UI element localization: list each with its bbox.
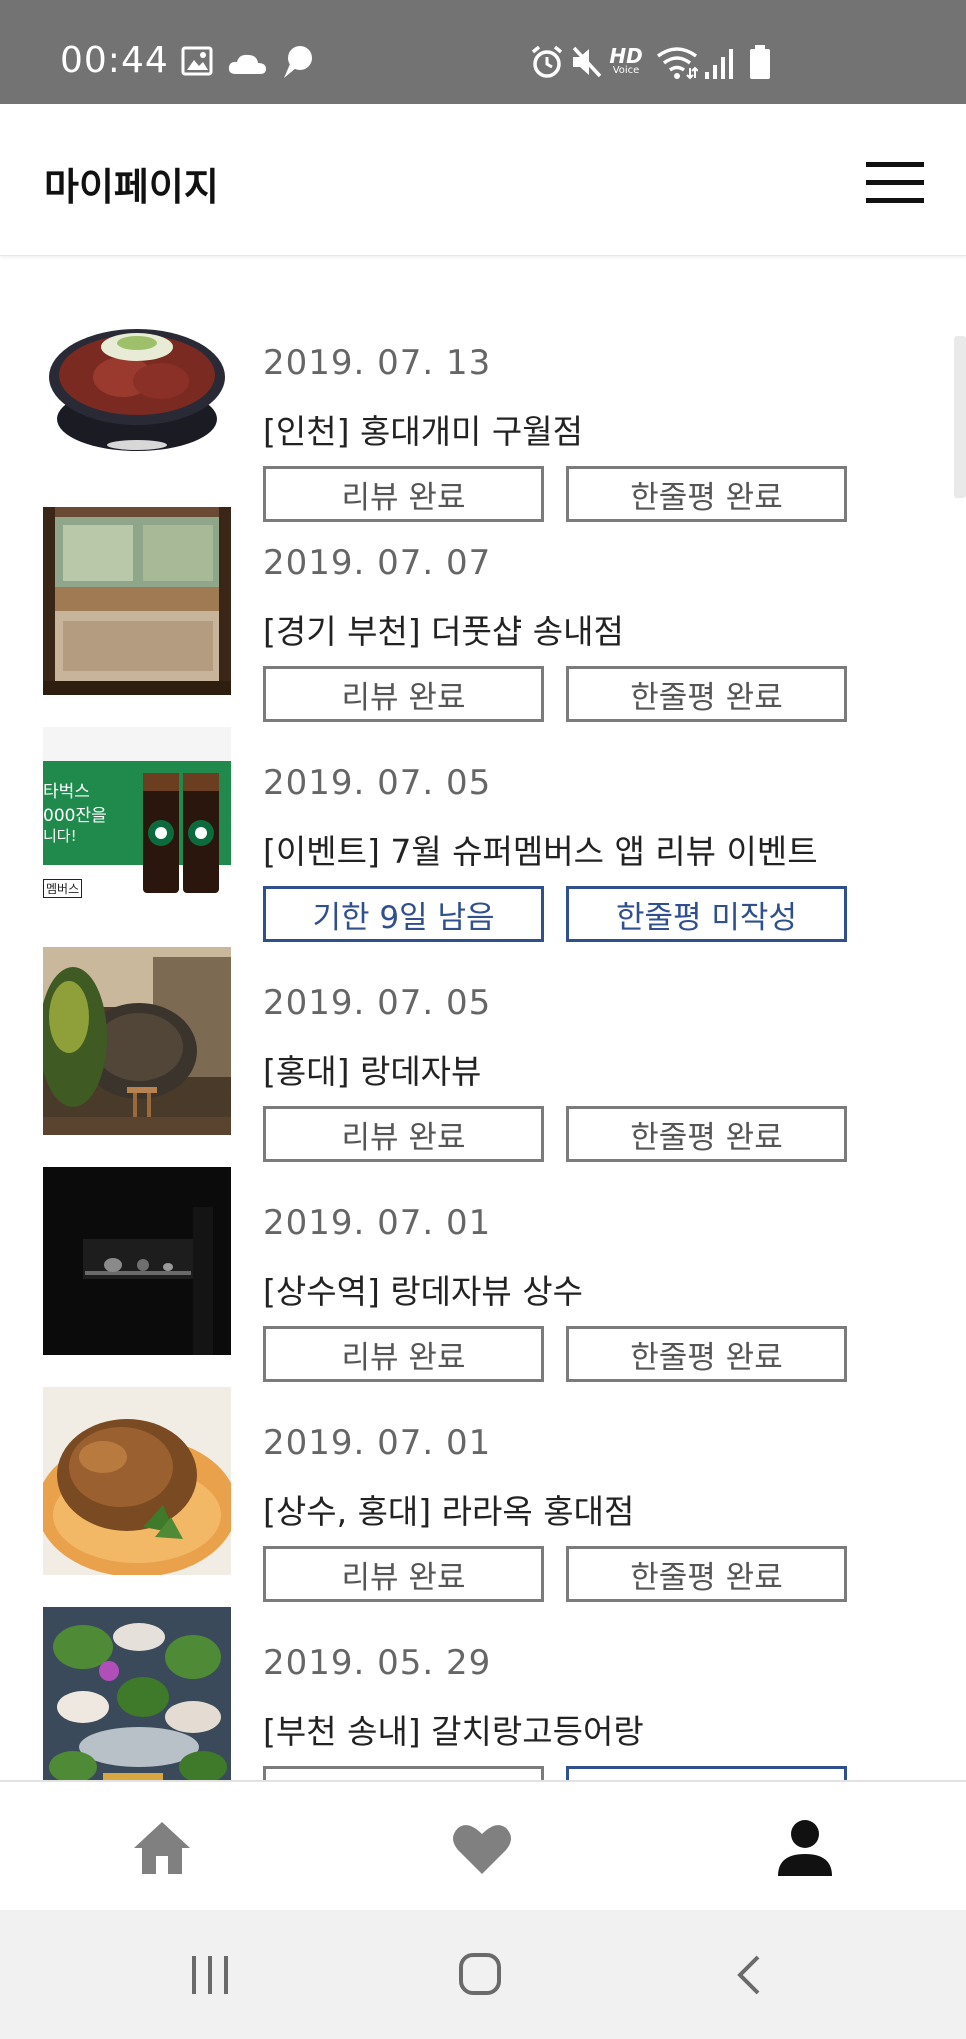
- banner-text: 000잔을: [43, 806, 107, 826]
- store-name[interactable]: [상수역] 랑데자뷰 상수: [263, 1265, 583, 1313]
- beef-rice-bowl-photo: [43, 307, 231, 495]
- visit-date: 2019. 07. 07: [263, 543, 492, 583]
- list-item[interactable]: 2019. 07. 13 [인천] 홍대개미 구월점 리뷰 완료 한줄평 완료: [0, 307, 966, 527]
- cafe-stone-wall-photo: [43, 947, 231, 1135]
- store-name[interactable]: [부천 송내] 갈치랑고등어랑: [263, 1705, 644, 1753]
- review-status-button[interactable]: 리뷰 완료: [263, 1546, 544, 1602]
- signal-icon: [705, 49, 733, 79]
- visit-date: 2019. 07. 13: [263, 343, 492, 383]
- list-item[interactable]: 2019. 07. 05 [홍대] 랑데자뷰 리뷰 완료 한줄평 완료: [0, 947, 966, 1167]
- status-time: 00:44: [60, 40, 169, 81]
- oneline-review-status-button[interactable]: 한줄평 미작성: [566, 1766, 847, 1780]
- visit-date: 2019. 07. 01: [263, 1203, 492, 1243]
- list-item[interactable]: 2019. 07. 01 [상수역] 랑데자뷰 상수 리뷰 완료 한줄평 완료: [0, 1167, 966, 1387]
- wifi-icon: [656, 47, 698, 80]
- list-item[interactable]: 2019. 07. 07 [경기 부천] 더풋샵 송내점 리뷰 완료 한줄평 완…: [0, 507, 966, 727]
- foot-shop-interior-photo: [43, 507, 231, 695]
- starbucks-event-banner: 타벅스 000잔을 니다! 멤버스: [43, 727, 231, 915]
- visit-date: 2019. 05. 29: [263, 1643, 492, 1683]
- store-name[interactable]: [인천] 홍대개미 구월점: [263, 405, 583, 453]
- bottom-navigation: [0, 1780, 966, 1910]
- home-icon[interactable]: [132, 1820, 192, 1876]
- oneline-review-status-button[interactable]: 한줄평 완료: [566, 1546, 847, 1602]
- banner-text: 니다!: [43, 827, 77, 845]
- recents-icon[interactable]: [190, 1954, 230, 1996]
- banner-text: 타벅스: [43, 782, 90, 802]
- chat-bubble-icon: [284, 46, 312, 78]
- cloud-icon: [228, 54, 266, 74]
- list-item[interactable]: 2019. 05. 29 [부천 송내] 갈치랑고등어랑 리뷰 완료 한줄평 미…: [0, 1607, 966, 1780]
- heart-icon[interactable]: [452, 1822, 512, 1876]
- banner-tag: 멤버스: [43, 879, 83, 898]
- roast-chicken-photo: [43, 1387, 231, 1575]
- store-name[interactable]: [홍대] 랑데자뷰: [263, 1045, 481, 1093]
- battery-icon: [750, 45, 770, 79]
- oneline-review-status-button[interactable]: 한줄평 완료: [566, 666, 847, 722]
- image-icon: [181, 46, 213, 76]
- review-list[interactable]: 2019. 07. 13 [인천] 홍대개미 구월점 리뷰 완료 한줄평 완료 …: [0, 257, 966, 1780]
- hd-voice-icon: HD Voice: [608, 46, 644, 80]
- store-name[interactable]: [상수, 홍대] 라라옥 홍대점: [263, 1485, 634, 1533]
- list-item[interactable]: 타벅스 000잔을 니다! 멤버스 2019. 07. 05 [이벤트] 7월 …: [0, 727, 966, 947]
- visit-date: 2019. 07. 05: [263, 983, 492, 1023]
- deadline-button[interactable]: 기한 9일 남음: [263, 886, 544, 942]
- app-header: 마이페이지: [0, 104, 966, 256]
- voice-label: Voice: [612, 65, 640, 76]
- person-icon[interactable]: [776, 1818, 834, 1876]
- scrollbar-thumb[interactable]: [954, 336, 966, 498]
- oneline-review-status-button[interactable]: 한줄평 완료: [566, 1106, 847, 1162]
- mute-icon: [572, 46, 602, 78]
- review-status-button[interactable]: 리뷰 완료: [263, 1326, 544, 1382]
- dark-gallery-shelf-photo: [43, 1167, 231, 1355]
- review-status-button[interactable]: 리뷰 완료: [263, 1106, 544, 1162]
- visit-date: 2019. 07. 05: [263, 763, 492, 803]
- oneline-review-status-button[interactable]: 한줄평 완료: [566, 1326, 847, 1382]
- review-status-button[interactable]: 리뷰 완료: [263, 1766, 544, 1780]
- hamburger-menu-icon[interactable]: [866, 162, 924, 204]
- page-title: 마이페이지: [44, 165, 219, 209]
- back-icon[interactable]: [734, 1954, 764, 1996]
- review-status-button[interactable]: 리뷰 완료: [263, 666, 544, 722]
- visit-date: 2019. 07. 01: [263, 1423, 492, 1463]
- store-name[interactable]: [이벤트] 7월 슈퍼멤버스 앱 리뷰 이벤트: [263, 825, 818, 873]
- alarm-icon: [531, 45, 563, 78]
- system-navigation-bar: [0, 1910, 966, 2039]
- hd-label: HD: [609, 44, 643, 68]
- store-name[interactable]: [경기 부천] 더풋샵 송내점: [263, 605, 624, 653]
- status-bar: 00:44 HD Voice: [0, 0, 966, 104]
- list-item[interactable]: 2019. 07. 01 [상수, 홍대] 라라옥 홍대점 리뷰 완료 한줄평 …: [0, 1387, 966, 1607]
- sashimi-platter-photo: [43, 1607, 231, 1780]
- oneline-review-status-button[interactable]: 한줄평 미작성: [566, 886, 847, 942]
- home-circle-icon[interactable]: [458, 1952, 502, 1996]
